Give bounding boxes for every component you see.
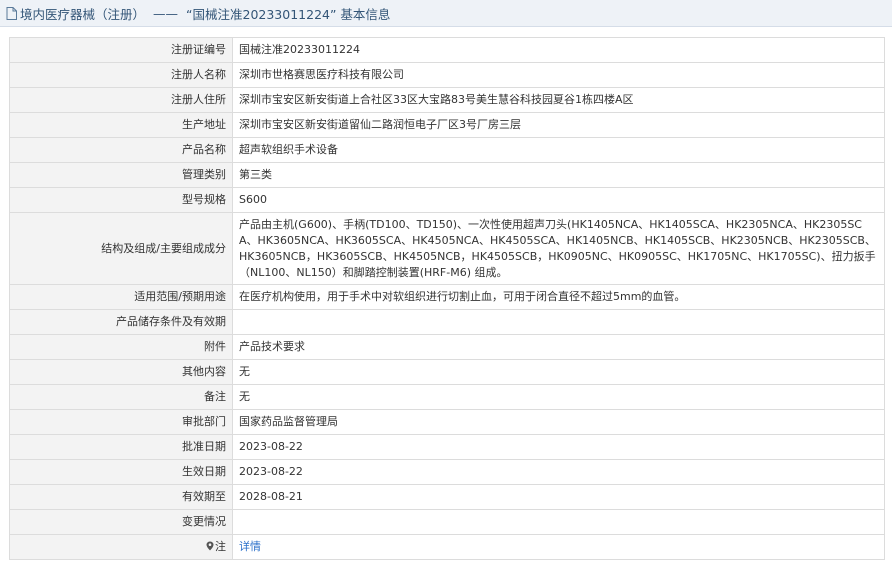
document-icon [6, 6, 17, 20]
row-value: 深圳市宝安区新安街道上合社区33区大宝路83号美生慧谷科技园夏谷1栋四楼A区 [232, 87, 885, 113]
row-label: 注册人名称 [9, 62, 233, 88]
row-value: 无 [232, 384, 885, 410]
table-row: 其他内容无 [9, 359, 885, 385]
row-label: 其他内容 [9, 359, 233, 385]
table-row: 批准日期 2023-08-22 [9, 434, 885, 460]
note-label: 注 [215, 540, 226, 553]
note-value-cell: 详情 [232, 534, 885, 560]
row-value: 2028-08-21 [232, 484, 885, 510]
row-value [232, 309, 885, 335]
table-row: 生效日期 2023-08-22 [9, 459, 885, 485]
row-label: 型号规格 [9, 187, 233, 213]
row-value: S600 [232, 187, 885, 213]
table-row: 型号规格 S600 [9, 187, 885, 213]
row-value: 国械注准20233011224 [232, 37, 885, 63]
note-label-cell: 注 [9, 534, 233, 560]
table-row: 备注无 [9, 384, 885, 410]
row-label: 有效期至 [9, 484, 233, 510]
row-label: 结构及组成/主要组成成分 [9, 212, 233, 285]
row-value: 2023-08-22 [232, 459, 885, 485]
info-table: 注册证编号 国械注准20233011224 注册人名称 深圳市世格赛思医疗科技有限公… [9, 37, 885, 560]
table-row: 适用范围/预期用途 在医疗机构使用，用于手术中对软组织进行切割止血，可用于闭合直径… [9, 284, 885, 310]
header-title: “国械注准20233011224” 基本信息 [186, 6, 391, 22]
row-label: 备注 [9, 384, 233, 410]
row-value: 2023-08-22 [232, 434, 885, 460]
table-row: 生产地址 深圳市宝安区新安街道留仙二路润恒电子厂区3号厂房三层 [9, 112, 885, 138]
row-label: 产品名称 [9, 137, 233, 163]
header-separator: —— [153, 5, 179, 21]
row-value: 深圳市世格赛思医疗科技有限公司 [232, 62, 885, 88]
table-row: 注册证编号 国械注准20233011224 [9, 37, 885, 63]
row-value: 第三类 [232, 162, 885, 188]
table-row: 附件 产品技术要求 [9, 334, 885, 360]
note-row: 注 详情 [9, 534, 885, 560]
row-value: 在医疗机构使用，用于手术中对软组织进行切割止血，可用于闭合直径不超过5mm的血管… [232, 284, 885, 310]
header-section: 境内医疗器械（注册） [20, 6, 146, 22]
details-link[interactable]: 详情 [239, 540, 261, 553]
row-label: 产品储存条件及有效期 [9, 309, 233, 335]
row-label: 适用范围/预期用途 [9, 284, 233, 310]
row-label: 生效日期 [9, 459, 233, 485]
row-label: 审批部门 [9, 409, 233, 435]
page-header: 境内医疗器械（注册） —— “国械注准20233011224” 基本信息 [0, 0, 892, 27]
row-value: 产品由主机(G600)、手柄(TD100、TD150)、一次性使用超声刀头(HK… [232, 212, 885, 285]
table-row: 产品储存条件及有效期 [9, 309, 885, 335]
table-row: 注册人名称 深圳市世格赛思医疗科技有限公司 [9, 62, 885, 88]
row-value: 国家药品监督管理局 [232, 409, 885, 435]
table-row: 审批部门 国家药品监督管理局 [9, 409, 885, 435]
table-row: 有效期至 2028-08-21 [9, 484, 885, 510]
row-label: 批准日期 [9, 434, 233, 460]
row-label: 注册证编号 [9, 37, 233, 63]
row-label: 管理类别 [9, 162, 233, 188]
row-value: 超声软组织手术设备 [232, 137, 885, 163]
row-value: 无 [232, 359, 885, 385]
row-value [232, 509, 885, 535]
row-value: 深圳市宝安区新安街道留仙二路润恒电子厂区3号厂房三层 [232, 112, 885, 138]
row-label: 生产地址 [9, 112, 233, 138]
table-row: 结构及组成/主要组成成分 产品由主机(G600)、手柄(TD100、TD150)、… [9, 212, 885, 285]
table-row: 变更情况 [9, 509, 885, 535]
row-label: 附件 [9, 334, 233, 360]
row-label: 注册人住所 [9, 87, 233, 113]
row-value: 产品技术要求 [232, 334, 885, 360]
table-row: 产品名称 超声软组织手术设备 [9, 137, 885, 163]
table-row: 注册人住所 深圳市宝安区新安街道上合社区33区大宝路83号美生慧谷科技园夏谷1栋四… [9, 87, 885, 113]
table-row: 管理类别 第三类 [9, 162, 885, 188]
row-label: 变更情况 [9, 509, 233, 535]
location-pin-icon [206, 541, 214, 551]
